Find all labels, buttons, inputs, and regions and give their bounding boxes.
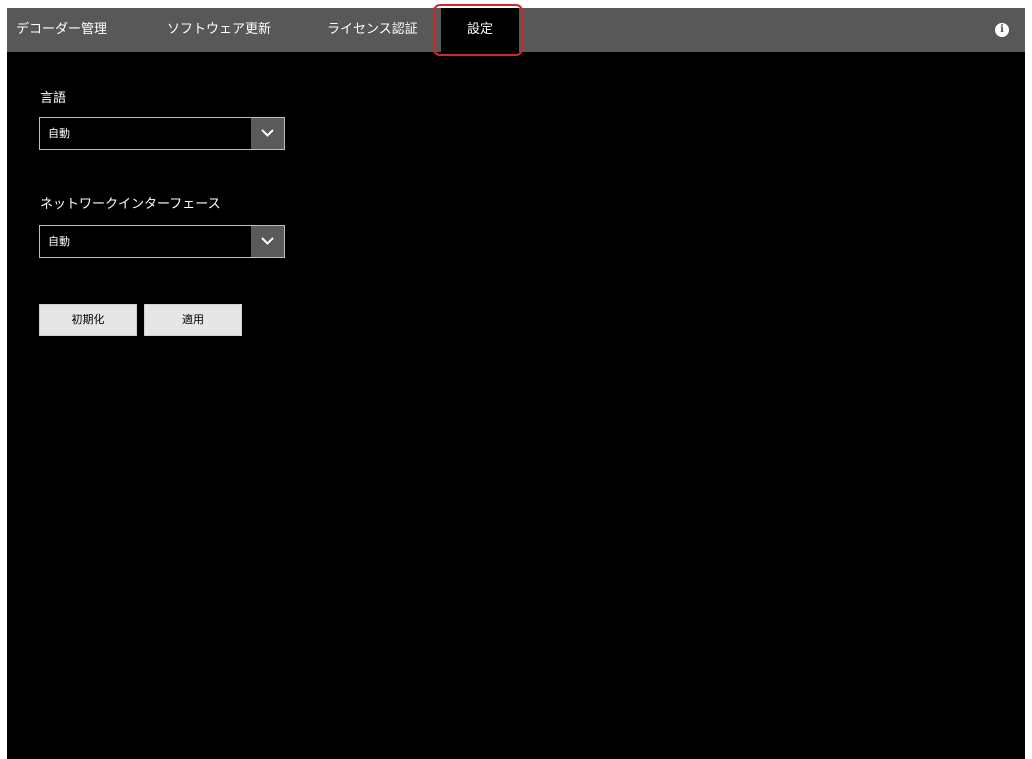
network-interface-select[interactable]: 自動 bbox=[39, 225, 285, 258]
reset-button[interactable]: 初期化 bbox=[39, 304, 137, 336]
language-select[interactable]: 自動 bbox=[39, 117, 285, 150]
network-interface-dropdown-button[interactable] bbox=[251, 226, 284, 257]
chevron-down-icon bbox=[261, 129, 274, 137]
tab-settings[interactable]: 設定 bbox=[441, 8, 519, 52]
info-icon[interactable]: i bbox=[995, 23, 1009, 37]
language-select-value: 自動 bbox=[48, 127, 70, 140]
settings-window: デコーダー管理 ソフトウェア更新 ライセンス認証 設定 i 言語 自動 ネットワ… bbox=[7, 4, 1025, 759]
network-interface-select-value: 自動 bbox=[48, 235, 70, 248]
tab-decoder-management[interactable]: デコーダー管理 bbox=[16, 8, 107, 52]
apply-button[interactable]: 適用 bbox=[144, 304, 242, 336]
language-dropdown-button[interactable] bbox=[251, 118, 284, 149]
network-interface-label: ネットワークインターフェース bbox=[40, 197, 221, 212]
language-label: 言語 bbox=[40, 91, 67, 106]
tab-bar: デコーダー管理 ソフトウェア更新 ライセンス認証 設定 i bbox=[7, 4, 1025, 56]
chevron-down-icon bbox=[261, 237, 274, 245]
tab-software-update[interactable]: ソフトウェア更新 bbox=[167, 8, 271, 52]
tab-license-activation[interactable]: ライセンス認証 bbox=[327, 8, 418, 52]
